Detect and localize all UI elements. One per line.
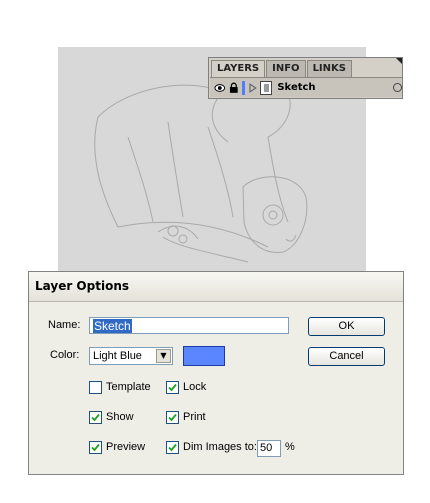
panel-menu-icon[interactable]: [396, 58, 402, 64]
color-select-value: Light Blue: [93, 350, 142, 362]
checkmark-icon: [168, 383, 177, 392]
color-select[interactable]: Light Blue ▼: [89, 347, 173, 365]
expand-triangle-icon[interactable]: [249, 82, 257, 93]
color-label: Color:: [50, 349, 80, 361]
name-label: Name:: [48, 319, 81, 331]
preview-checkbox[interactable]: [89, 441, 102, 454]
chevron-down-icon[interactable]: ▼: [156, 349, 171, 363]
color-swatch[interactable]: [183, 346, 225, 366]
cancel-button[interactable]: Cancel: [308, 347, 385, 366]
tab-layers[interactable]: LAYERS: [211, 60, 266, 77]
layer-options-dialog: Layer Options Name: Sketch Color: Light …: [28, 271, 404, 475]
layer-thumbnail: [259, 80, 273, 95]
checkmark-icon: [168, 443, 177, 452]
layer-row-sketch[interactable]: Sketch: [210, 77, 402, 97]
percent-label: %: [285, 441, 295, 453]
ok-button[interactable]: OK: [308, 317, 385, 336]
tab-links[interactable]: LINKS: [306, 60, 352, 77]
lock-checkbox[interactable]: [166, 381, 179, 394]
dim-percent-field[interactable]: 50: [257, 440, 281, 457]
checkmark-icon: [91, 443, 100, 452]
layer-target-icon[interactable]: [393, 83, 402, 92]
checkmark-icon: [91, 413, 100, 422]
lock-label: Lock: [183, 381, 207, 393]
layer-color-indicator: [242, 80, 246, 95]
layer-name: Sketch: [277, 82, 316, 93]
show-checkbox[interactable]: [89, 411, 102, 424]
layers-panel: LAYERS INFO LINKS Sketch: [208, 57, 403, 99]
preview-label: Preview: [106, 441, 146, 453]
print-label: Print: [183, 411, 206, 423]
dim-images-label: Dim Images to:: [183, 441, 257, 453]
template-label: Template: [106, 381, 151, 393]
dim-images-checkbox[interactable]: [166, 441, 179, 454]
checkmark-icon: [168, 413, 177, 422]
template-checkbox[interactable]: [89, 381, 102, 394]
print-checkbox[interactable]: [166, 411, 179, 424]
show-label: Show: [106, 411, 134, 423]
eye-icon[interactable]: [214, 82, 226, 94]
tab-info[interactable]: INFO: [266, 60, 306, 77]
name-field-value: Sketch: [93, 319, 132, 333]
dialog-title: Layer Options: [29, 272, 403, 302]
lock-icon[interactable]: [229, 82, 239, 94]
name-field[interactable]: Sketch: [89, 317, 289, 334]
panel-tabs: LAYERS INFO LINKS: [211, 60, 353, 77]
